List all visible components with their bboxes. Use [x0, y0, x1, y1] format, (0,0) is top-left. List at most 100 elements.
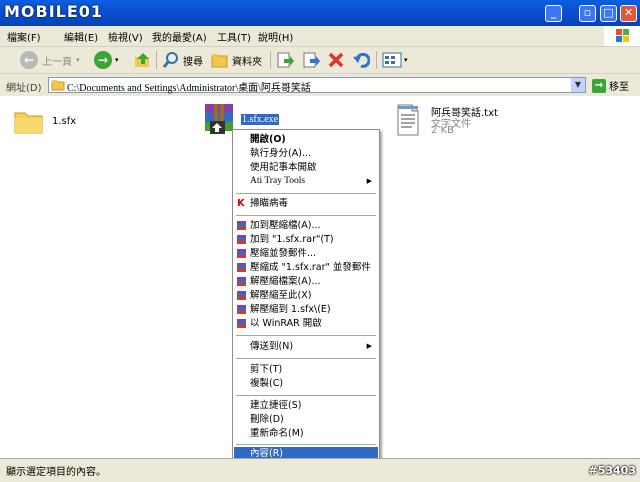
menu-item-extract-to-folder[interactable]: 解壓縮到 1.sfx\(E) — [234, 303, 378, 316]
menu-item-label: 壓縮並發郵件... — [250, 248, 317, 259]
forward-dropdown-icon[interactable]: ▾ — [115, 56, 119, 64]
move-to-icon — [277, 52, 294, 68]
menu-help[interactable]: 說明(H) — [258, 29, 293, 44]
views-dropdown-icon[interactable]: ▾ — [404, 56, 408, 64]
back-arrow-icon: ← — [20, 51, 38, 69]
forward-arrow-icon: → — [94, 51, 112, 69]
forward-button[interactable]: → ▾ — [94, 50, 119, 70]
folders-button[interactable]: 資料夾 — [211, 50, 262, 70]
menu-item-delete[interactable]: 刪除(D) — [234, 413, 378, 426]
menu-separator — [236, 444, 376, 445]
search-icon — [162, 52, 178, 68]
menu-item-compress-email[interactable]: 壓縮並發郵件... — [234, 247, 378, 260]
menu-item-label: 掃瞄病毒 — [250, 198, 289, 209]
delete-icon — [328, 52, 344, 68]
winrar-icon — [237, 319, 246, 328]
menu-item-label: 重新命名(M) — [250, 428, 304, 439]
up-folder-icon — [135, 53, 149, 67]
menu-item-label: 以 WinRAR 開啟 — [250, 318, 322, 329]
back-dropdown-icon[interactable]: ▾ — [76, 56, 80, 64]
menu-bar: 檔案(F) 編輯(E) 檢視(V) 我的最愛(A) 工具(T) 說明(H) — [0, 26, 640, 47]
address-label: 網址(D) — [6, 83, 42, 94]
submenu-arrow-icon: ▶ — [366, 177, 372, 185]
winrar-icon — [237, 291, 246, 300]
menu-item-rename[interactable]: 重新命名(M) — [234, 427, 378, 440]
menu-item-label: 開啟(O) — [250, 134, 286, 145]
folders-icon — [211, 54, 228, 68]
menu-item-create-shortcut[interactable]: 建立捷徑(S) — [234, 399, 378, 412]
views-icon — [382, 52, 402, 68]
file-size: 2 KB — [431, 125, 454, 136]
menu-item-send-to[interactable]: 傳送到(N) ▶ — [234, 340, 378, 353]
address-bar: 網址(D) C:\Documents and Settings\Administ… — [0, 74, 640, 97]
menu-item-label: 使用記事本開啟 — [250, 162, 317, 173]
folders-label: 資料夾 — [232, 56, 262, 68]
file-name: 1.sfx — [52, 116, 77, 127]
back-button[interactable]: ← 上一頁 ▾ — [20, 50, 80, 70]
address-dropdown-icon[interactable]: ▼ — [571, 78, 585, 92]
menu-item-label: 刪除(D) — [250, 414, 284, 425]
menu-item-run-as[interactable]: 執行身分(A)... — [234, 147, 378, 160]
menu-file[interactable]: 檔案(F) — [7, 29, 41, 44]
views-button[interactable]: ▾ — [382, 50, 408, 70]
minimize-button[interactable]: _ — [545, 5, 562, 22]
menu-item-copy[interactable]: 複製(C) — [234, 377, 378, 390]
windows-logo-icon — [604, 26, 640, 46]
status-bar: 顯示選定項目的內容。 #53403 — [0, 458, 640, 482]
menu-view[interactable]: 檢視(V) — [108, 29, 143, 44]
menu-item-add-archive[interactable]: 加到壓縮檔(A)... — [234, 219, 378, 232]
file-item[interactable] — [14, 107, 44, 138]
copy-to-button[interactable] — [302, 50, 320, 70]
menu-favorites[interactable]: 我的最愛(A) — [152, 29, 207, 44]
menu-item-compress-rar-email[interactable]: 壓縮成 "1.sfx.rar" 並發郵件 — [234, 261, 378, 274]
menu-item-open-winrar[interactable]: 以 WinRAR 開啟 — [234, 317, 378, 330]
menu-item-scan-virus[interactable]: K 掃瞄病毒 — [234, 197, 378, 210]
winrar-icon — [237, 305, 246, 314]
search-label: 搜尋 — [183, 56, 203, 68]
menu-item-add-to-rar[interactable]: 加到 "1.sfx.rar"(T) — [234, 233, 378, 246]
menu-separator — [236, 395, 376, 396]
toolbar: ← 上一頁 ▾ → ▾ 搜尋 資料夾 ▾ — [0, 47, 640, 74]
back-label: 上一頁 — [42, 56, 72, 68]
menu-item-label: 解壓縮檔案(A)... — [250, 276, 321, 287]
menu-item-extract-here[interactable]: 解壓縮至此(X) — [234, 289, 378, 302]
menu-separator — [236, 193, 376, 194]
delete-button[interactable] — [327, 50, 345, 70]
context-menu: 開啟(O) 執行身分(A)... 使用記事本開啟 Ati Tray Tools ▶… — [232, 129, 380, 461]
menu-item-open-notepad[interactable]: 使用記事本開啟 — [234, 161, 378, 174]
menu-item-label: 建立捷徑(S) — [250, 400, 302, 411]
menu-item-label: 加到壓縮檔(A)... — [250, 220, 321, 231]
menu-item-label: 壓縮成 "1.sfx.rar" 並發郵件 — [250, 262, 371, 273]
up-folder-button[interactable] — [134, 50, 152, 70]
folder-icon — [51, 80, 65, 91]
restore-button[interactable]: □ — [600, 5, 617, 22]
winrar-icon — [237, 221, 246, 230]
file-name-selected: 1.sfx.exe — [241, 114, 280, 125]
title-bar[interactable]: MOBILE01 _ ▫ □ ✕ — [0, 0, 640, 26]
undo-button[interactable] — [352, 50, 370, 70]
menu-item-label: 傳送到(N) — [250, 341, 294, 352]
maximize-button[interactable]: ▫ — [579, 5, 596, 22]
copy-to-icon — [303, 52, 320, 68]
menu-tools[interactable]: 工具(T) — [217, 29, 251, 44]
winrar-icon — [237, 277, 246, 286]
menu-separator — [236, 358, 376, 359]
menu-item-cut[interactable]: 剪下(T) — [234, 363, 378, 376]
go-button[interactable]: → 移至 — [592, 78, 629, 93]
address-path: C:\Documents and Settings\Administrator\… — [67, 83, 311, 94]
move-to-button[interactable] — [276, 50, 294, 70]
submenu-arrow-icon: ▶ — [366, 342, 372, 350]
go-label: 移至 — [609, 82, 629, 93]
watermark-id: #53403 — [588, 464, 637, 477]
watermark-logo: MOBILE01 — [4, 2, 104, 21]
winrar-icon — [237, 249, 246, 258]
menu-item-extract-files[interactable]: 解壓縮檔案(A)... — [234, 275, 378, 288]
menu-item-ati-tray-tools[interactable]: Ati Tray Tools ▶ — [234, 175, 378, 188]
close-button[interactable]: ✕ — [620, 5, 637, 22]
menu-item-open[interactable]: 開啟(O) — [234, 133, 378, 146]
file-item[interactable] — [396, 104, 420, 139]
menu-item-label: 執行身分(A)... — [250, 148, 311, 159]
menu-edit[interactable]: 編輯(E) — [64, 29, 98, 44]
search-button[interactable]: 搜尋 — [162, 50, 203, 70]
address-input[interactable]: C:\Documents and Settings\Administrator\… — [48, 77, 586, 94]
